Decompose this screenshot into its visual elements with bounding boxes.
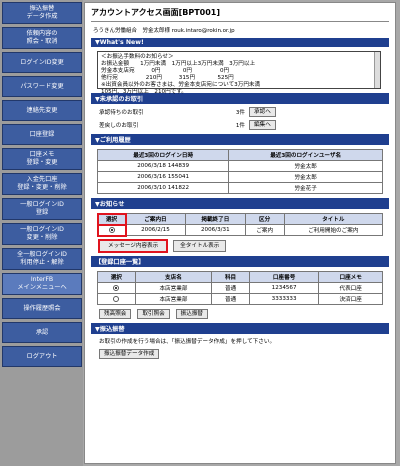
main-panel: アカウントアクセス画面[BPT001] ろうきん労働組合 労金太郎様 rouk.… xyxy=(84,2,396,464)
news-line: お振込金額 1万円未満 1万円以上3万円未満 3万円以上 xyxy=(101,61,256,67)
news-line: ※出資会員以外のお客さまは、労金本支店宛について3万円未満 xyxy=(101,82,261,88)
sidebar-item-general-id-suspend[interactable]: 全一般ログインID 利用停止・解除 xyxy=(2,248,82,270)
account-memo: 決済口座 xyxy=(318,293,383,305)
account-memo: 代表口座 xyxy=(318,282,383,294)
show-all-titles-button[interactable]: 全タイトル表示 xyxy=(173,240,227,252)
table-row: 本店営業部 普通 3333333 決済口座 xyxy=(97,293,383,305)
notice-category: ご案内 xyxy=(244,224,285,236)
go-approve-button[interactable]: 承認へ xyxy=(249,107,276,117)
sidebar-item-request-inquiry[interactable]: 依頼内容の 照会・取消 xyxy=(2,27,82,49)
account-number: 3333333 xyxy=(248,293,320,305)
branch-name: 本店営業部 xyxy=(134,282,213,294)
page-title: アカウントアクセス画面[BPT001] xyxy=(91,7,389,22)
table-row: 2006/3/10 141822 労金花子 xyxy=(96,182,383,194)
transaction-inquiry-button[interactable]: 取引照会 xyxy=(137,309,170,319)
whats-new-header: ▼What's New! xyxy=(91,38,389,47)
whats-new-box[interactable]: ＜お振込手数料のお知らせ＞ お振込金額 1万円未満 1万円以上3万円未満 3万円… xyxy=(97,51,381,95)
sidebar-item-approve[interactable]: 承認 xyxy=(2,322,82,343)
sidebar-item-transfer-create[interactable]: 振込振替 データ作成 xyxy=(2,2,82,24)
notice-end-date: 2006/3/31 xyxy=(184,224,246,236)
sidebar-item-account-register[interactable]: 口座登録 xyxy=(2,124,82,145)
login-datetime: 2006/3/18 144839 xyxy=(96,160,230,172)
col-header: 最近3回のログインユーザ名 xyxy=(228,149,383,161)
col-header: 支店名 xyxy=(134,271,213,283)
account-radio[interactable] xyxy=(113,295,120,302)
news-line: 他行宛 210円 315円 525円 xyxy=(101,75,234,81)
news-line: 労金本支店宛 0円 0円 0円 xyxy=(101,68,230,74)
table-row: 2006/3/16 155041 労金太郎 xyxy=(96,171,383,183)
col-header: 口座番号 xyxy=(248,271,320,283)
user-info: ろうきん労働組合 労金太郎様 rouk.intaro@rokin.or.jp xyxy=(93,28,235,34)
pending-label: 承認待ちのお取引 xyxy=(99,110,144,116)
branch-name: 本店営業部 xyxy=(134,293,213,305)
notice-title: ご利用開始のご案内 xyxy=(283,224,384,236)
col-header: 選択 xyxy=(97,271,136,283)
pending-count: 3件 xyxy=(235,110,245,116)
col-header: 最近3回のログイン日時 xyxy=(96,149,230,161)
col-header: 科目 xyxy=(211,271,250,283)
login-datetime: 2006/3/10 141822 xyxy=(96,182,230,194)
col-header: 口座メモ xyxy=(318,271,383,283)
history-header: ▼ご利用履歴 xyxy=(91,134,389,145)
table-row: 2006/3/18 144839 労金太郎 xyxy=(96,160,383,172)
sidebar-item-logout[interactable]: ログアウト xyxy=(2,346,82,367)
sidebar-item-loginid-change[interactable]: ログインID変更 xyxy=(2,52,82,73)
news-line: ＜お振込手数料のお知らせ＞ xyxy=(101,54,174,60)
notice-date: 2006/2/15 xyxy=(125,224,186,236)
col-header: 選択 xyxy=(96,212,127,226)
go-edit-button[interactable]: 編集へ xyxy=(249,120,276,130)
account-type: 普通 xyxy=(211,293,250,305)
login-user: 労金太郎 xyxy=(228,160,383,172)
accounts-header: 【登録口座一覧】 xyxy=(91,256,389,267)
login-user: 労金太郎 xyxy=(228,171,383,183)
transfer-note: お取引の作成を行う場合は、「振込振替データ作成」を押して下さい。 xyxy=(99,339,276,345)
balance-inquiry-button[interactable]: 残高照会 xyxy=(99,309,132,319)
account-radio[interactable] xyxy=(113,284,120,291)
login-history-table: 最近3回のログイン日時 最近3回のログインユーザ名 2006/3/18 1448… xyxy=(96,149,383,194)
pending-label: 差戻しのお取引 xyxy=(99,123,139,129)
pending-count: 1件 xyxy=(235,123,245,129)
transfer-button[interactable]: 振込振替 xyxy=(175,309,209,319)
notice-table: 選択 ご案内日 掲載終了日 区分 タイトル 2006/2/15 2006/3/3… xyxy=(96,212,384,237)
sidebar-item-operation-history[interactable]: 操作履歴照会 xyxy=(2,298,82,319)
col-header: ご案内日 xyxy=(125,213,186,225)
notice-radio[interactable] xyxy=(108,226,115,233)
accounts-table: 選択 支店名 科目 口座番号 口座メモ 本店営業部 普通 1234567 代表口… xyxy=(97,271,383,305)
news-scrollbar[interactable] xyxy=(374,52,380,88)
login-user: 労金花子 xyxy=(228,182,383,194)
sidebar: 振込振替 データ作成 依頼内容の 照会・取消 ログインID変更 パスワード変更 … xyxy=(0,0,83,466)
table-row: 本店営業部 普通 1234567 代表口座 xyxy=(97,282,383,294)
sidebar-item-account-memo[interactable]: 口座メモ 登録・変更 xyxy=(2,148,82,170)
pending-row: 差戻しのお取引 1件 編集へ xyxy=(99,120,389,130)
notice-select-cell[interactable] xyxy=(96,223,127,237)
sidebar-item-general-id-register[interactable]: 一般ログインID 登録 xyxy=(2,198,82,220)
account-type: 普通 xyxy=(211,282,250,294)
account-select-cell[interactable] xyxy=(97,293,136,305)
col-header: 掲載終了日 xyxy=(184,213,246,225)
login-datetime: 2006/3/16 155041 xyxy=(96,171,230,183)
table-row: 2006/2/15 2006/3/31 ご案内 ご利用開始のご案内 xyxy=(96,223,384,237)
sidebar-item-contact-change[interactable]: 連絡先変更 xyxy=(2,100,82,121)
account-select-cell[interactable] xyxy=(97,282,136,294)
col-header: 区分 xyxy=(244,213,285,225)
notice-header: ▼お知らせ xyxy=(91,198,389,209)
show-message-button[interactable]: メッセージ内容表示 xyxy=(97,239,169,253)
sidebar-item-deposit-account[interactable]: 入金先口座 登録・変更・削除 xyxy=(2,173,82,195)
sidebar-item-general-id-change[interactable]: 一般ログインID 変更・削除 xyxy=(2,223,82,245)
account-number: 1234567 xyxy=(248,282,320,294)
sidebar-item-password-change[interactable]: パスワード変更 xyxy=(2,76,82,97)
create-transfer-data-button[interactable]: 振込振替データ作成 xyxy=(99,349,160,359)
col-header: タイトル xyxy=(283,213,384,225)
transfer-header: ▼振込振替 xyxy=(91,323,389,334)
news-line: 105円、3万円以上 210円です。 xyxy=(101,89,187,95)
pending-row: 承認待ちのお取引 3件 承認へ xyxy=(99,107,389,117)
sidebar-item-interfb-menu[interactable]: InterFB メインメニューへ xyxy=(2,273,82,295)
